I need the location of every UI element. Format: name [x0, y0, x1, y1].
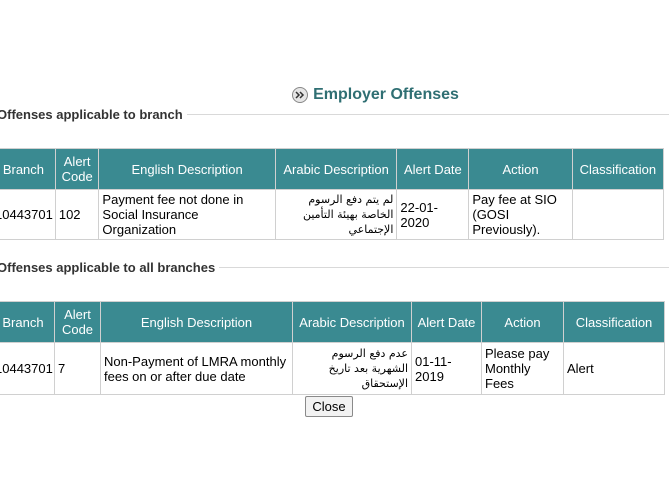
cell-alert-date: 01-11-2019: [411, 342, 482, 395]
table-row: 10443701 102 Payment fee not done in Soc…: [0, 189, 665, 240]
column-header-alert-date: Alert Date: [396, 148, 470, 190]
cell-english-description: Non-Payment of LMRA monthly fees on or a…: [100, 342, 293, 395]
column-header-branch: Branch: [0, 301, 55, 343]
offenses-table: Branch Alert Code English Description Ar…: [0, 148, 665, 240]
cell-alert-code: 7: [54, 342, 101, 395]
section-legend: Offenses applicable to all branches: [0, 260, 216, 275]
table-header-row: Branch Alert Code English Description Ar…: [0, 148, 665, 190]
cell-alert-code: 102: [54, 189, 100, 240]
cell-english-description: Payment fee not done in Social Insurance…: [98, 189, 276, 240]
column-header-alert-code: Alert Code: [54, 148, 100, 190]
offenses-table: Branch Alert Code English Description Ar…: [0, 301, 665, 395]
page-title: Employer Offenses: [313, 86, 459, 103]
cell-arabic-description: عدم دفع الرسوم الشهرية بعد تاريخ الإستحق…: [292, 342, 412, 395]
column-header-branch: Branch: [0, 148, 56, 190]
column-header-action: Action: [481, 301, 564, 343]
table-row: 10443701 7 Non-Payment of LMRA monthly f…: [0, 342, 665, 395]
cell-arabic-description: لم يتم دفع الرسوم الخاصة بهيئة التأمين ا…: [274, 189, 398, 240]
cell-action: Pay fee at SIO (GOSI Previously).: [468, 189, 573, 240]
column-header-classification: Classification: [571, 148, 665, 190]
column-header-english-description: English Description: [100, 301, 293, 343]
table-header-row: Branch Alert Code English Description Ar…: [0, 301, 665, 343]
cell-classification: Alert: [563, 342, 665, 395]
column-header-english-description: English Description: [98, 148, 276, 190]
column-header-arabic-description: Arabic Description: [292, 301, 412, 343]
cell-branch: 10443701: [0, 342, 55, 395]
cell-action: Please pay Monthly Fees: [481, 342, 564, 395]
offenses-branch-section: Offenses applicable to branch Branch Ale…: [0, 107, 669, 240]
column-header-alert-code: Alert Code: [54, 301, 101, 343]
section-legend: Offenses applicable to branch: [0, 107, 183, 122]
close-button[interactable]: Close: [305, 396, 353, 417]
offenses-all-branches-section: Offenses applicable to all branches Bran…: [0, 260, 669, 395]
column-header-action: Action: [468, 148, 573, 190]
cell-branch: 10443701: [0, 189, 56, 240]
cell-alert-date: 22-01-2020: [396, 189, 470, 240]
page-header: Employer Offenses: [0, 84, 669, 106]
cell-classification: [571, 189, 665, 240]
column-header-classification: Classification: [563, 301, 665, 343]
column-header-alert-date: Alert Date: [411, 301, 482, 343]
column-header-arabic-description: Arabic Description: [274, 148, 398, 190]
double-chevron-right-icon: [292, 87, 309, 103]
